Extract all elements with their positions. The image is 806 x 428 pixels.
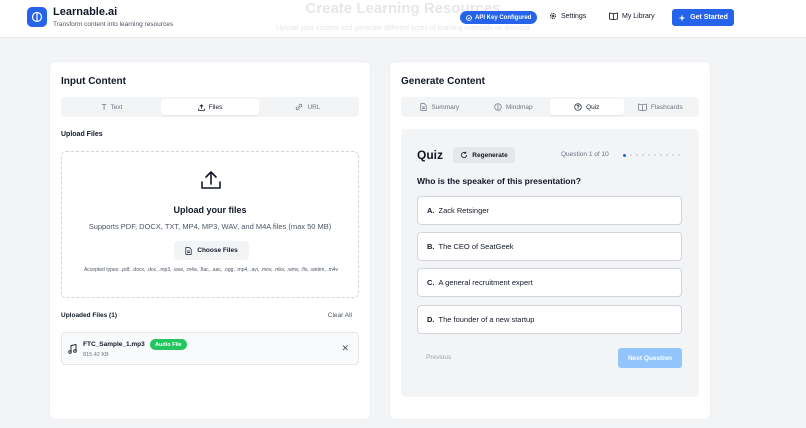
sparkle-icon bbox=[678, 14, 686, 21]
api-badge-label: API Key Configured bbox=[475, 14, 532, 21]
upload-icon bbox=[197, 103, 205, 111]
generate-content-card: Generate Content Summary Mindmap Quiz Fl… bbox=[389, 61, 711, 420]
option-text: The founder of a new startup bbox=[438, 315, 535, 324]
progress-dot bbox=[660, 154, 662, 156]
answer-option-c[interactable]: C. A general recruitment expert bbox=[417, 268, 682, 297]
answer-option-a[interactable]: A. Zack Retsinger bbox=[417, 196, 682, 225]
tab-text-label: Text bbox=[110, 103, 123, 111]
progress-dot bbox=[654, 154, 656, 156]
progress-dot bbox=[623, 153, 626, 157]
file-dropzone[interactable]: Upload your files Supports PDF, DOCX, TX… bbox=[61, 151, 359, 298]
generate-content-title: Generate Content bbox=[401, 76, 485, 87]
file-type-badge: Audio File bbox=[150, 339, 187, 350]
input-content-card: Input Content T Text Files URL Upload Fi… bbox=[49, 61, 371, 420]
tab-url[interactable]: URL bbox=[259, 99, 357, 115]
brand-name[interactable]: Learnable.ai bbox=[53, 6, 117, 18]
quiz-panel: Quiz Regenerate Question 1 of 10 Who is … bbox=[401, 129, 699, 397]
progress-dot bbox=[636, 154, 638, 156]
tab-quiz[interactable]: Quiz bbox=[550, 99, 624, 115]
accepted-types: Accepted types: .pdf, .docx, .doc, .mp3,… bbox=[83, 267, 339, 273]
music-note-icon bbox=[68, 344, 77, 354]
option-letter: A. bbox=[427, 206, 435, 215]
file-size: 815.42 KB bbox=[83, 352, 109, 358]
file-icon bbox=[185, 246, 192, 255]
tab-text[interactable]: T Text bbox=[63, 99, 161, 115]
tab-files[interactable]: Files bbox=[161, 99, 259, 115]
clear-all-button[interactable]: Clear All bbox=[328, 312, 352, 319]
upload-cloud-icon bbox=[200, 169, 222, 191]
tab-summary-label: Summary bbox=[431, 103, 460, 111]
option-text: The CEO of SeatGeek bbox=[438, 242, 514, 251]
dropzone-subtitle: Supports PDF, DOCX, TXT, MP4, MP3, WAV, … bbox=[88, 222, 332, 231]
option-text: Zack Retsinger bbox=[438, 206, 489, 215]
upload-files-label: Upload Files bbox=[61, 131, 103, 138]
tab-flashcards-label: Flashcards bbox=[650, 103, 683, 111]
answer-option-d[interactable]: D. The founder of a new startup bbox=[417, 305, 682, 334]
link-icon bbox=[296, 103, 303, 111]
quiz-title: Quiz bbox=[417, 148, 443, 162]
input-tabs: T Text Files URL bbox=[61, 97, 359, 117]
tab-summary[interactable]: Summary bbox=[403, 99, 477, 115]
my-library-link[interactable]: My Library bbox=[609, 12, 655, 20]
check-circle-icon bbox=[466, 14, 472, 21]
option-letter: B. bbox=[427, 242, 435, 251]
app-logo[interactable] bbox=[27, 7, 47, 27]
next-question-button[interactable]: Next Question bbox=[618, 348, 682, 368]
uploaded-file-item: FTC_Sample_1.mp3 Audio File 815.42 KB ✕ bbox=[61, 332, 359, 365]
progress-dot bbox=[630, 154, 632, 156]
book-icon bbox=[637, 103, 647, 111]
tab-quiz-label: Quiz bbox=[586, 103, 600, 111]
get-started-button[interactable]: Get Started bbox=[672, 9, 734, 26]
question-counter: Question 1 of 10 bbox=[561, 151, 609, 158]
choose-files-button[interactable]: Choose Files bbox=[174, 241, 249, 260]
help-circle-icon bbox=[574, 103, 582, 111]
option-text: A general recruitment expert bbox=[438, 278, 533, 287]
input-content-title: Input Content bbox=[61, 76, 126, 87]
question-progress bbox=[623, 153, 680, 157]
refresh-icon bbox=[461, 151, 468, 159]
settings-link[interactable]: Settings bbox=[549, 12, 586, 20]
close-icon: ✕ bbox=[341, 343, 349, 353]
book-open-icon bbox=[609, 12, 618, 20]
option-letter: D. bbox=[427, 315, 435, 324]
app-header: Create Learning Resources Upload your co… bbox=[0, 0, 806, 38]
tab-flashcards[interactable]: Flashcards bbox=[624, 99, 698, 115]
tab-mindmap[interactable]: Mindmap bbox=[477, 99, 551, 115]
tab-files-label: Files bbox=[208, 103, 223, 111]
brain-icon bbox=[31, 11, 43, 23]
dropzone-title: Upload your files bbox=[173, 205, 247, 215]
tab-mindmap-label: Mindmap bbox=[505, 103, 533, 111]
answer-option-b[interactable]: B. The CEO of SeatGeek bbox=[417, 232, 682, 261]
api-key-status-badge[interactable]: API Key Configured bbox=[460, 11, 538, 24]
gear-icon bbox=[549, 12, 557, 20]
document-icon bbox=[420, 103, 427, 111]
progress-dot bbox=[672, 154, 674, 156]
tab-url-label: URL bbox=[307, 103, 321, 111]
progress-dot bbox=[678, 154, 680, 156]
file-name: FTC_Sample_1.mp3 bbox=[83, 341, 145, 348]
my-library-label: My Library bbox=[622, 12, 655, 20]
generate-tabs: Summary Mindmap Quiz Flashcards bbox=[401, 97, 699, 117]
regenerate-button[interactable]: Regenerate bbox=[453, 147, 515, 163]
progress-dot bbox=[642, 154, 644, 156]
progress-dot bbox=[666, 154, 668, 156]
settings-label: Settings bbox=[561, 12, 587, 20]
uploaded-files-label: Uploaded Files (1) bbox=[61, 312, 117, 319]
regenerate-label: Regenerate bbox=[472, 151, 508, 159]
brand-tagline: Transform content into learning resource… bbox=[53, 21, 174, 28]
previous-button[interactable]: Previous bbox=[426, 354, 451, 361]
text-icon: T bbox=[101, 102, 107, 112]
mindmap-icon bbox=[494, 103, 502, 111]
option-letter: C. bbox=[427, 278, 435, 287]
progress-dot bbox=[648, 154, 650, 156]
get-started-label: Get Started bbox=[690, 14, 728, 21]
choose-files-label: Choose Files bbox=[197, 247, 238, 254]
remove-file-button[interactable]: ✕ bbox=[341, 343, 349, 354]
quiz-question: Who is the speaker of this presentation? bbox=[417, 176, 581, 186]
